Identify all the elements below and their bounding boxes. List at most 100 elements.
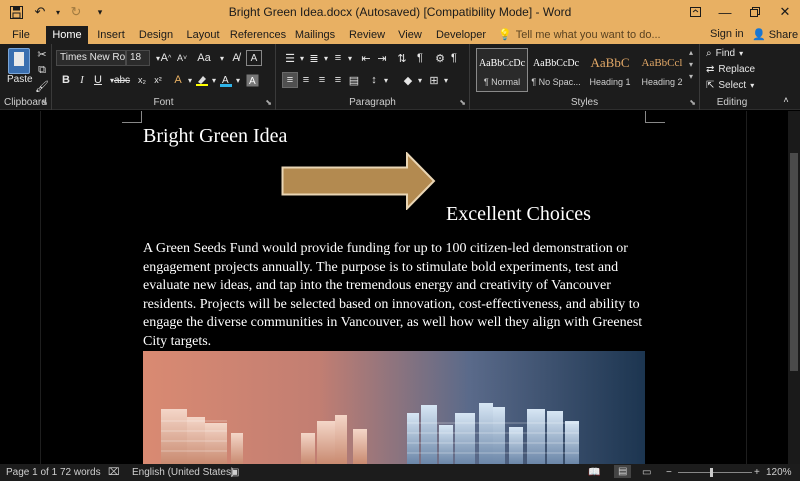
zoom-in-icon[interactable]: +: [754, 467, 760, 478]
document-subtitle[interactable]: Excellent Choices: [446, 203, 591, 226]
page-count[interactable]: Page 1 of 1: [6, 467, 57, 478]
paragraph-launcher-icon[interactable]: ⬊: [459, 98, 466, 107]
zoom-slider[interactable]: [678, 468, 752, 477]
shrink-font-icon[interactable]: A ˅: [174, 50, 190, 66]
styles-label: Styles: [570, 97, 599, 108]
zoom-level[interactable]: 120%: [766, 467, 792, 478]
align-center-icon[interactable]: ≡: [298, 72, 314, 88]
font-launcher-icon[interactable]: ⬊: [265, 98, 272, 107]
tab-file[interactable]: File: [6, 26, 36, 44]
proofing-icon[interactable]: ⌧: [108, 467, 120, 478]
borders-chevron-icon[interactable]: ▾: [438, 72, 454, 88]
style-preview: AaBbCcDc: [478, 58, 526, 69]
search-icon: ⌕: [706, 48, 712, 59]
collapse-ribbon-icon[interactable]: ˄: [778, 92, 794, 108]
increase-indent-icon[interactable]: ⇥: [374, 50, 390, 66]
multilevel-chevron-icon[interactable]: ▾: [342, 50, 358, 66]
pilcrow-icon[interactable]: ¶: [412, 50, 428, 66]
clear-formatting-icon[interactable]: A̸: [228, 50, 244, 66]
tab-view[interactable]: View: [394, 26, 426, 44]
cut-icon[interactable]: ✂: [34, 46, 50, 62]
chevron-down-icon[interactable]: ▾: [689, 60, 693, 69]
superscript-icon[interactable]: x²: [150, 72, 166, 88]
restore-icon[interactable]: [740, 0, 770, 24]
character-border-icon[interactable]: A: [246, 50, 262, 66]
style-normal[interactable]: AaBbCcDc ¶ Normal: [476, 48, 528, 92]
scrollbar-thumb[interactable]: [790, 153, 798, 371]
strikethrough-icon[interactable]: abc: [114, 72, 130, 88]
lightbulb-icon: 💡: [498, 29, 512, 41]
crop-mark-right: [645, 111, 665, 123]
align-left-icon[interactable]: ≡: [282, 72, 298, 88]
read-mode-icon[interactable]: 📖: [588, 467, 600, 478]
align-right-icon[interactable]: ≡: [314, 72, 330, 88]
city-skyline-image[interactable]: [143, 351, 645, 464]
styles-gallery-scroller[interactable]: ▴ ▾ ▾: [686, 48, 696, 92]
replace-button[interactable]: ⇄ Replace: [706, 64, 755, 75]
document-body-paragraph[interactable]: A Green Seeds Fund would provide funding…: [143, 240, 648, 352]
font-label: Font: [153, 97, 174, 108]
vertical-scrollbar[interactable]: [788, 111, 800, 464]
grow-font-icon[interactable]: A ^: [158, 50, 174, 66]
style-no-spacing[interactable]: AaBbCcDc ¶ No Spac...: [530, 48, 582, 92]
show-marks-icon[interactable]: ¶: [446, 50, 462, 66]
word-count[interactable]: 72 words: [60, 467, 101, 478]
close-icon[interactable]: ✕: [770, 0, 800, 24]
styles-launcher-icon[interactable]: ⬊: [689, 98, 696, 107]
character-shading-icon[interactable]: A: [244, 72, 260, 88]
tab-insert[interactable]: Insert: [92, 26, 130, 44]
subscript-icon[interactable]: x₂: [134, 72, 150, 88]
minimize-icon[interactable]: —: [710, 0, 740, 24]
font-group: Times New Ro ▾ 18 ▾ A^ A˅ Aa ▾ A̸ A B I …: [52, 44, 276, 110]
ribbon-display-options-icon[interactable]: [680, 0, 710, 24]
tab-layout[interactable]: Layout: [182, 26, 224, 44]
zoom-out-icon[interactable]: −: [666, 467, 672, 478]
distributed-icon[interactable]: ▤: [346, 72, 362, 88]
paragraph-label: Paragraph: [349, 97, 396, 108]
tab-review[interactable]: Review: [346, 26, 388, 44]
language-indicator[interactable]: English (United States): [132, 467, 234, 478]
styles-gallery: AaBbCcDc ¶ Normal AaBbCcDc ¶ No Spac... …: [474, 48, 698, 94]
copy-icon[interactable]: ⧉: [34, 62, 50, 78]
decrease-indent-icon[interactable]: ⇤: [358, 50, 374, 66]
line-spacing-chevron-icon[interactable]: ▾: [378, 72, 394, 88]
sort-icon[interactable]: ⇅: [394, 50, 410, 66]
justify-icon[interactable]: ≡: [330, 72, 346, 88]
font-name-value: Times New Ro: [60, 52, 126, 63]
print-layout-icon[interactable]: ▤: [614, 465, 632, 478]
style-heading-1[interactable]: AaBbC Heading 1: [584, 48, 636, 92]
tab-design[interactable]: Design: [136, 26, 176, 44]
share-button[interactable]: 👤 Share: [752, 28, 798, 42]
right-arrow-shape[interactable]: [281, 152, 437, 210]
sign-in-link[interactable]: Sign in: [710, 28, 744, 40]
clipboard-launcher-icon[interactable]: ⬊: [41, 98, 48, 107]
macro-record-icon[interactable]: ▣: [230, 467, 239, 478]
font-name-dropdown[interactable]: Times New Ro: [56, 50, 126, 66]
format-painter-icon[interactable]: 🖌: [34, 78, 50, 94]
tell-me-text: Tell me what you want to do...: [515, 28, 661, 41]
tab-developer[interactable]: Developer: [434, 26, 488, 44]
tab-home[interactable]: Home: [46, 26, 88, 44]
font-size-dropdown[interactable]: 18: [126, 50, 150, 66]
tell-me-box[interactable]: 💡 Tell me what you want to do...: [498, 28, 661, 42]
find-button[interactable]: ⌕ Find ▾: [706, 48, 743, 59]
paragraph-group: ☰ ▾ ≣ ▾ ≡ ▾ ⇤ ⇥ ⇅ ¶ ⚙ ¶ ≡ ≡ ≡ ≡ ▤ ↕ ▾ ◆ …: [276, 44, 470, 110]
document-title[interactable]: Bright Green Idea: [143, 125, 287, 148]
bold-icon[interactable]: B: [58, 72, 74, 88]
zoom-slider-thumb[interactable]: [710, 468, 713, 477]
paste-button[interactable]: Paste: [7, 74, 33, 85]
chevron-up-icon[interactable]: ▴: [689, 48, 693, 57]
ribbon-tabs: File Home Insert Design Layout Reference…: [0, 24, 800, 44]
style-heading-2[interactable]: AaBbCcl Heading 2: [636, 48, 688, 92]
select-button[interactable]: ⇱ Select ▾: [706, 80, 754, 91]
italic-icon[interactable]: I: [74, 72, 90, 88]
tab-references[interactable]: References: [230, 26, 286, 44]
tab-mailings[interactable]: Mailings: [292, 26, 338, 44]
svg-text:A: A: [249, 76, 256, 87]
find-chevron-icon: ▾: [739, 49, 744, 58]
change-case-icon[interactable]: Aa: [194, 50, 214, 66]
more-styles-icon[interactable]: ▾: [689, 72, 693, 81]
editing-label: Editing: [716, 97, 748, 108]
paste-icon[interactable]: [8, 48, 30, 74]
web-layout-icon[interactable]: ▭: [642, 467, 651, 478]
